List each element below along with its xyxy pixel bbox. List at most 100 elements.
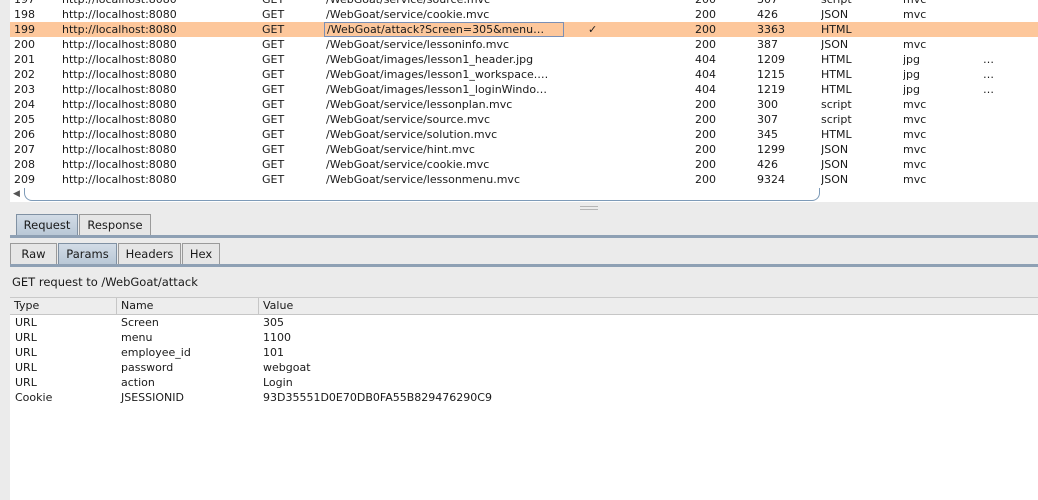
scrollbar-thumb[interactable] <box>24 188 820 201</box>
cell-more <box>983 97 1003 112</box>
cell-host: http://localhost:8080 <box>62 158 177 171</box>
cell-number: 199 <box>14 23 35 36</box>
cell-more <box>983 127 1003 142</box>
cell-mime-type: HTML <box>821 83 852 96</box>
cell-number: 203 <box>14 83 35 96</box>
table-row[interactable]: 200 http://localhost:8080 GET/WebGoat/serv… <box>10 37 1038 52</box>
table-row[interactable]: 197 http://localhost:8080 GET/WebGoat/serv… <box>10 0 1038 7</box>
cell-mime-type: JSON <box>821 158 849 171</box>
cell-params-flag <box>588 7 608 22</box>
cell-url: /WebGoat/service/lessonmenu.mvc <box>326 173 520 186</box>
tab-hex[interactable]: Hex <box>182 243 220 264</box>
table-row[interactable]: 203 http://localhost:8080 GET/WebGoat/imag… <box>10 82 1038 97</box>
cell-params-flag <box>588 0 608 7</box>
cell-length: 307 <box>757 113 778 126</box>
cell-url: /WebGoat/service/hint.mvc <box>326 143 475 156</box>
cell-method: GET <box>262 0 322 7</box>
cell-status: 200 <box>695 0 735 7</box>
cell-extension: mvc <box>903 98 927 111</box>
cell-extension: mvc <box>903 38 927 51</box>
cell-method: GET <box>262 158 285 171</box>
cell-method: GET <box>262 128 285 141</box>
cell-more <box>983 142 1003 157</box>
cell-status: 200 <box>695 143 716 156</box>
table-row[interactable]: 208 http://localhost:8080 GET/WebGoat/serv… <box>10 157 1038 172</box>
cell-length: 1215 <box>757 68 785 81</box>
cell-params-flag <box>588 142 608 157</box>
param-row[interactable]: URL Screen 305 <box>10 315 1038 330</box>
param-value: 1100 <box>263 331 291 344</box>
cell-mime-type: script <box>821 0 881 7</box>
cell-number: 208 <box>14 158 35 171</box>
cell-length: 387 <box>757 38 778 51</box>
cell-params-flag <box>588 127 608 142</box>
param-row[interactable]: URL menu 1100 <box>10 330 1038 345</box>
cell-status: 200 <box>695 158 716 171</box>
cell-extension <box>903 22 963 37</box>
column-header-value[interactable]: Value <box>259 298 1038 314</box>
param-value: 101 <box>263 346 284 359</box>
cell-extension: jpg <box>903 83 921 96</box>
table-row[interactable]: 198 http://localhost:8080 GET/WebGoat/serv… <box>10 7 1038 22</box>
cell-mime-type: JSON <box>821 173 849 186</box>
table-row[interactable]: 207 http://localhost:8080 GET/WebGoat/serv… <box>10 142 1038 157</box>
cell-params-flag <box>588 37 608 52</box>
cell-url: /WebGoat/service/solution.mvc <box>326 128 498 141</box>
cell-host: http://localhost:8080 <box>62 23 177 36</box>
table-row[interactable]: 201 http://localhost:8080 GET/WebGoat/imag… <box>10 52 1038 67</box>
cell-url: /WebGoat/service/source.mvc <box>326 113 491 126</box>
cell-status: 200 <box>695 173 716 186</box>
cell-host: http://localhost:8080 <box>62 83 177 96</box>
cell-status: 200 <box>695 8 716 21</box>
cell-mime-type: JSON <box>821 143 849 156</box>
table-row[interactable]: 205 http://localhost:8080 GET/WebGoat/serv… <box>10 112 1038 127</box>
param-name: JSESSIONID <box>121 391 184 404</box>
cell-length: 9324 <box>757 173 785 186</box>
cell-extension: mvc <box>903 128 927 141</box>
cell-host: http://localhost:8080 <box>62 98 177 111</box>
tab-request[interactable]: Request <box>16 214 78 235</box>
param-row[interactable]: URL password webgoat <box>10 360 1038 375</box>
cell-host: http://localhost:8080 <box>62 38 177 51</box>
proxy-history-table: 197 http://localhost:8080 GET/WebGoat/serv… <box>10 0 1038 188</box>
cell-number: 204 <box>14 98 35 111</box>
cell-more <box>983 0 1003 7</box>
param-type: Cookie <box>15 391 53 404</box>
table-row[interactable]: 206 http://localhost:8080 GET/WebGoat/serv… <box>10 127 1038 142</box>
split-pane-divider[interactable] <box>0 203 1038 211</box>
column-header-name[interactable]: Name <box>117 298 259 314</box>
horizontal-scrollbar[interactable]: ◀ <box>10 188 1038 202</box>
table-row[interactable]: 204 http://localhost:8080 GET/WebGoat/serv… <box>10 97 1038 112</box>
tab-response[interactable]: Response <box>79 214 151 235</box>
cell-method: GET <box>262 38 285 51</box>
split-grip-icon <box>580 206 598 210</box>
cell-number: 205 <box>14 113 35 126</box>
scroll-left-arrow-icon[interactable]: ◀ <box>13 189 20 199</box>
cell-more <box>983 22 1003 37</box>
cell-host: http://localhost:8080 <box>62 173 177 186</box>
cell-mime-type: script <box>821 113 852 126</box>
table-row[interactable]: 202 http://localhost:8080 GET/WebGoat/imag… <box>10 67 1038 82</box>
cell-length: 426 <box>757 8 778 21</box>
cell-number: 201 <box>14 53 35 66</box>
cell-status: 200 <box>695 113 716 126</box>
param-name: password <box>121 361 174 374</box>
tab-raw[interactable]: Raw <box>10 243 57 264</box>
param-name: employee_id <box>121 346 191 359</box>
cell-url: /WebGoat/service/source.mvc <box>324 0 566 7</box>
cell-extension: mvc <box>903 113 927 126</box>
cell-host: http://localhost:8080 <box>62 8 177 21</box>
table-row-selected[interactable]: 199 http://localhost:8080 GET/WebGoat/atta… <box>10 22 1038 37</box>
column-header-type[interactable]: Type <box>10 298 117 314</box>
cell-length: 307 <box>757 0 807 7</box>
param-row[interactable]: URL employee_id 101 <box>10 345 1038 360</box>
cell-extension: jpg <box>903 68 921 81</box>
tab-headers[interactable]: Headers <box>118 243 181 264</box>
table-row[interactable]: 209 http://localhost:8080 GET/WebGoat/serv… <box>10 172 1038 187</box>
param-row[interactable]: Cookie JSESSIONID 93D35551D0E70DB0FA55B829… <box>10 390 1038 405</box>
tab-params[interactable]: Params <box>58 243 117 264</box>
params-heading: GET request to /WebGoat/attack <box>12 275 198 289</box>
param-row[interactable]: URL action Login <box>10 375 1038 390</box>
cell-mime-type: HTML <box>821 23 852 36</box>
cell-extension: mvc <box>903 143 927 156</box>
